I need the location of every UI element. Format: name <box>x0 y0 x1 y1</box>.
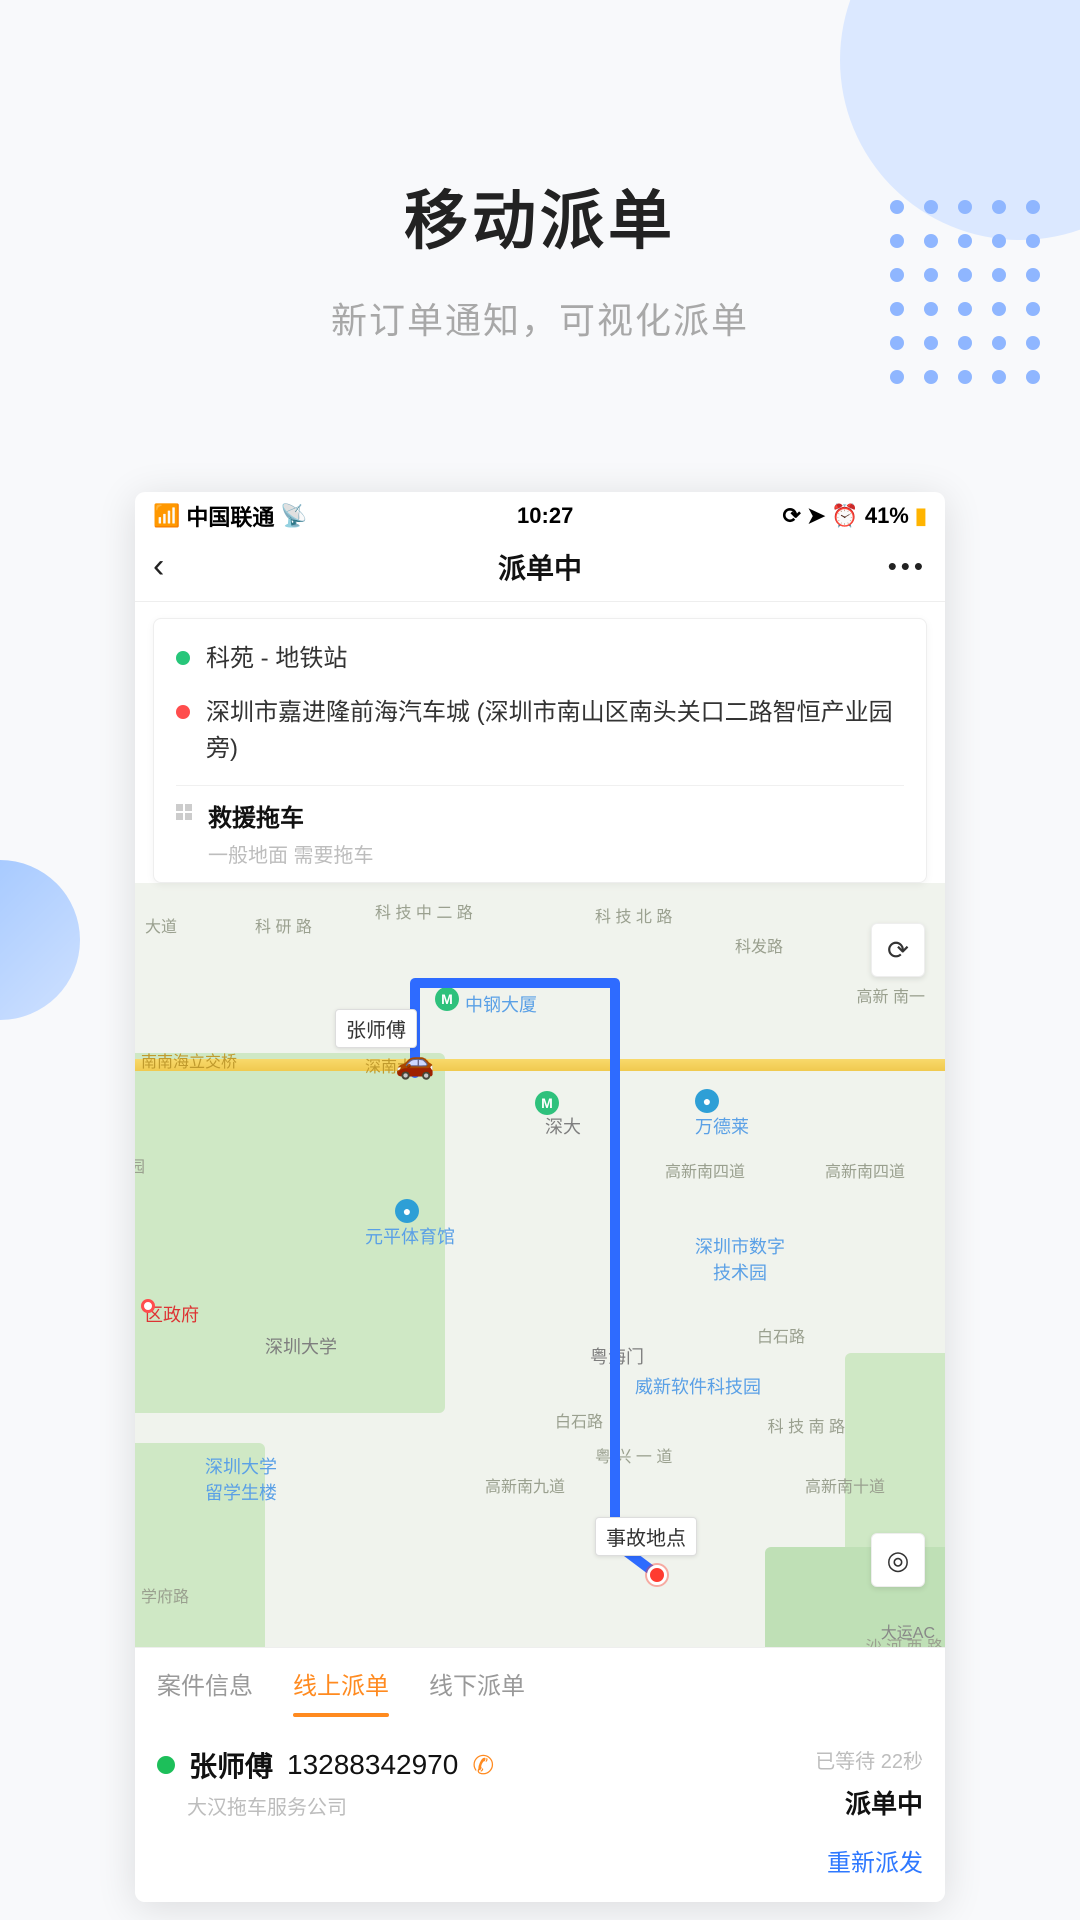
status-bar: 📶 中国联通 📡 10:27 ⟳ ➤ ⏰ 41% ▮ <box>135 492 945 532</box>
accident-marker-label[interactable]: 事故地点 <box>595 1517 697 1556</box>
accident-marker-icon <box>647 1565 667 1585</box>
grid-icon <box>176 804 192 820</box>
tab-bar: 案件信息 线上派单 线下派单 <box>135 1648 945 1727</box>
pickup-address: 科苑 - 地铁站 <box>206 641 347 677</box>
driver-name: 张师傅 <box>189 1745 273 1785</box>
rotation-lock-icon: ⟳ <box>783 503 801 529</box>
locate-button[interactable]: ◎ <box>871 1533 925 1587</box>
service-subtitle: 一般地面 需要拖车 <box>208 839 374 868</box>
battery-icon: ▮ <box>915 503 927 529</box>
decoration-dot-grid <box>890 200 1040 384</box>
route-line <box>135 883 945 1647</box>
tab-offline-dispatch[interactable]: 线下派单 <box>429 1666 525 1717</box>
pickup-dot-icon <box>176 651 190 665</box>
phone-mockup: 📶 中国联通 📡 10:27 ⟳ ➤ ⏰ 41% ▮ ‹ 派单中 ••• 科苑 … <box>135 492 945 1902</box>
destination-address: 深圳市嘉进隆前海汽车城 (深圳市南山区南头关口二路智恒产业园旁) <box>206 695 904 767</box>
service-title: 救援拖车 <box>208 798 374 833</box>
decoration-circle <box>0 860 80 1020</box>
car-marker-icon: 🚗 <box>395 1043 435 1081</box>
nav-bar: ‹ 派单中 ••• <box>135 532 945 602</box>
online-status-dot-icon <box>157 1756 175 1774</box>
driver-phone: 13288342970 <box>287 1749 458 1781</box>
back-button[interactable]: ‹ <box>153 547 164 586</box>
bottom-panel: 案件信息 线上派单 线下派单 张师傅 13288342970 ✆ 大汉拖车服务公… <box>135 1647 945 1902</box>
more-button[interactable]: ••• <box>888 551 927 582</box>
tab-online-dispatch[interactable]: 线上派单 <box>293 1666 389 1717</box>
driver-row: 张师傅 13288342970 ✆ 大汉拖车服务公司 已等待 22秒 派单中 <box>135 1727 945 1827</box>
status-time: 10:27 <box>517 503 573 529</box>
dispatch-status: 派单中 <box>815 1784 923 1821</box>
destination-dot-icon <box>176 705 190 719</box>
refresh-button[interactable]: ⟳ <box>871 923 925 977</box>
signal-icon: 📶 <box>153 503 180 529</box>
map-view[interactable]: 大道 科 研 路 科 技 中 二 路 科 技 北 路 科发路 高新 南一 南南海… <box>135 883 945 1647</box>
wait-time: 已等待 22秒 <box>815 1745 923 1774</box>
driver-company: 大汉拖车服务公司 <box>187 1791 494 1820</box>
battery-percent: 41% <box>865 503 909 529</box>
tab-case-info[interactable]: 案件信息 <box>157 1666 253 1717</box>
call-button[interactable]: ✆ <box>472 1750 494 1781</box>
alarm-icon: ⏰ <box>831 503 858 529</box>
page-title: 派单中 <box>498 547 582 587</box>
order-info-card: 科苑 - 地铁站 深圳市嘉进隆前海汽车城 (深圳市南山区南头关口二路智恒产业园旁… <box>153 618 927 883</box>
carrier-label: 中国联通 <box>186 500 274 532</box>
wifi-icon: 📡 <box>280 503 307 529</box>
redispatch-link[interactable]: 重新派发 <box>827 1850 923 1877</box>
location-icon: ➤ <box>807 503 825 529</box>
